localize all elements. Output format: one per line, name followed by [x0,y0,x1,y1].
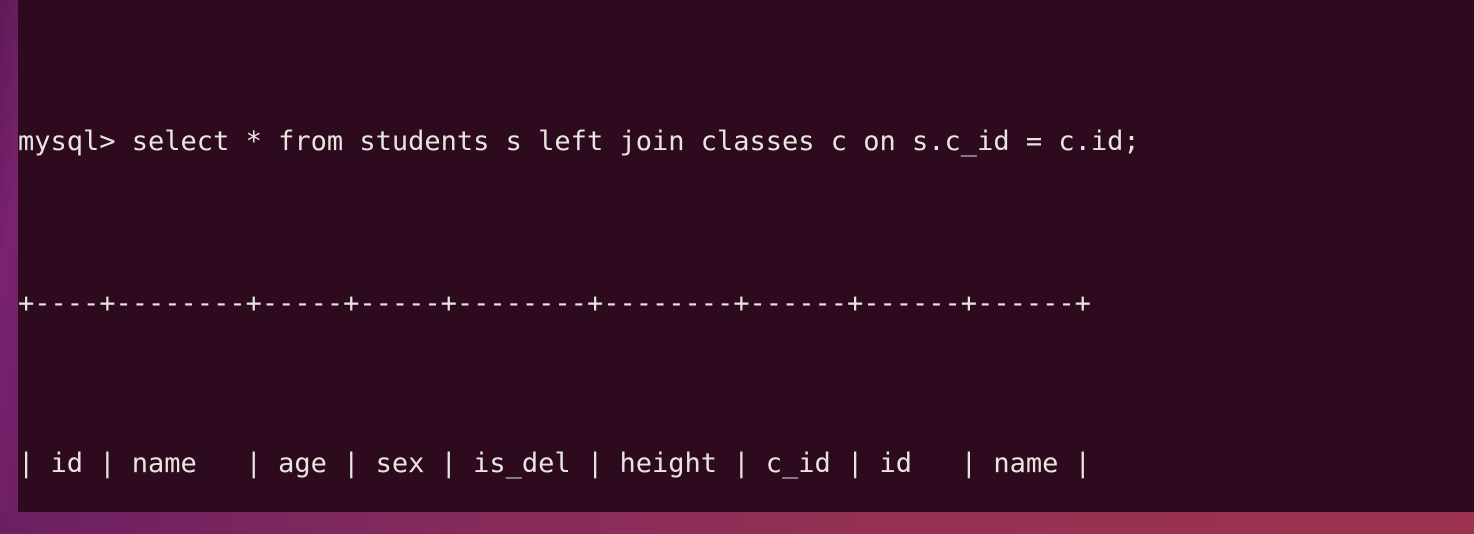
terminal-console[interactable]: mysql> select * from students s left joi… [18,0,1140,512]
table-top-border: +----+--------+-----+-----+--------+----… [18,288,1091,319]
table-header-row: | id | name | age | sex | is_del | heigh… [18,448,1091,479]
wallpaper-left-strip [0,0,18,522]
terminal-window[interactable]: mysql> select * from students s left joi… [18,0,1474,512]
screen: mysql> select * from students s left joi… [0,0,1474,534]
wallpaper-bottom-strip [0,512,1474,534]
command-line: mysql> select * from students s left joi… [18,126,1140,157]
